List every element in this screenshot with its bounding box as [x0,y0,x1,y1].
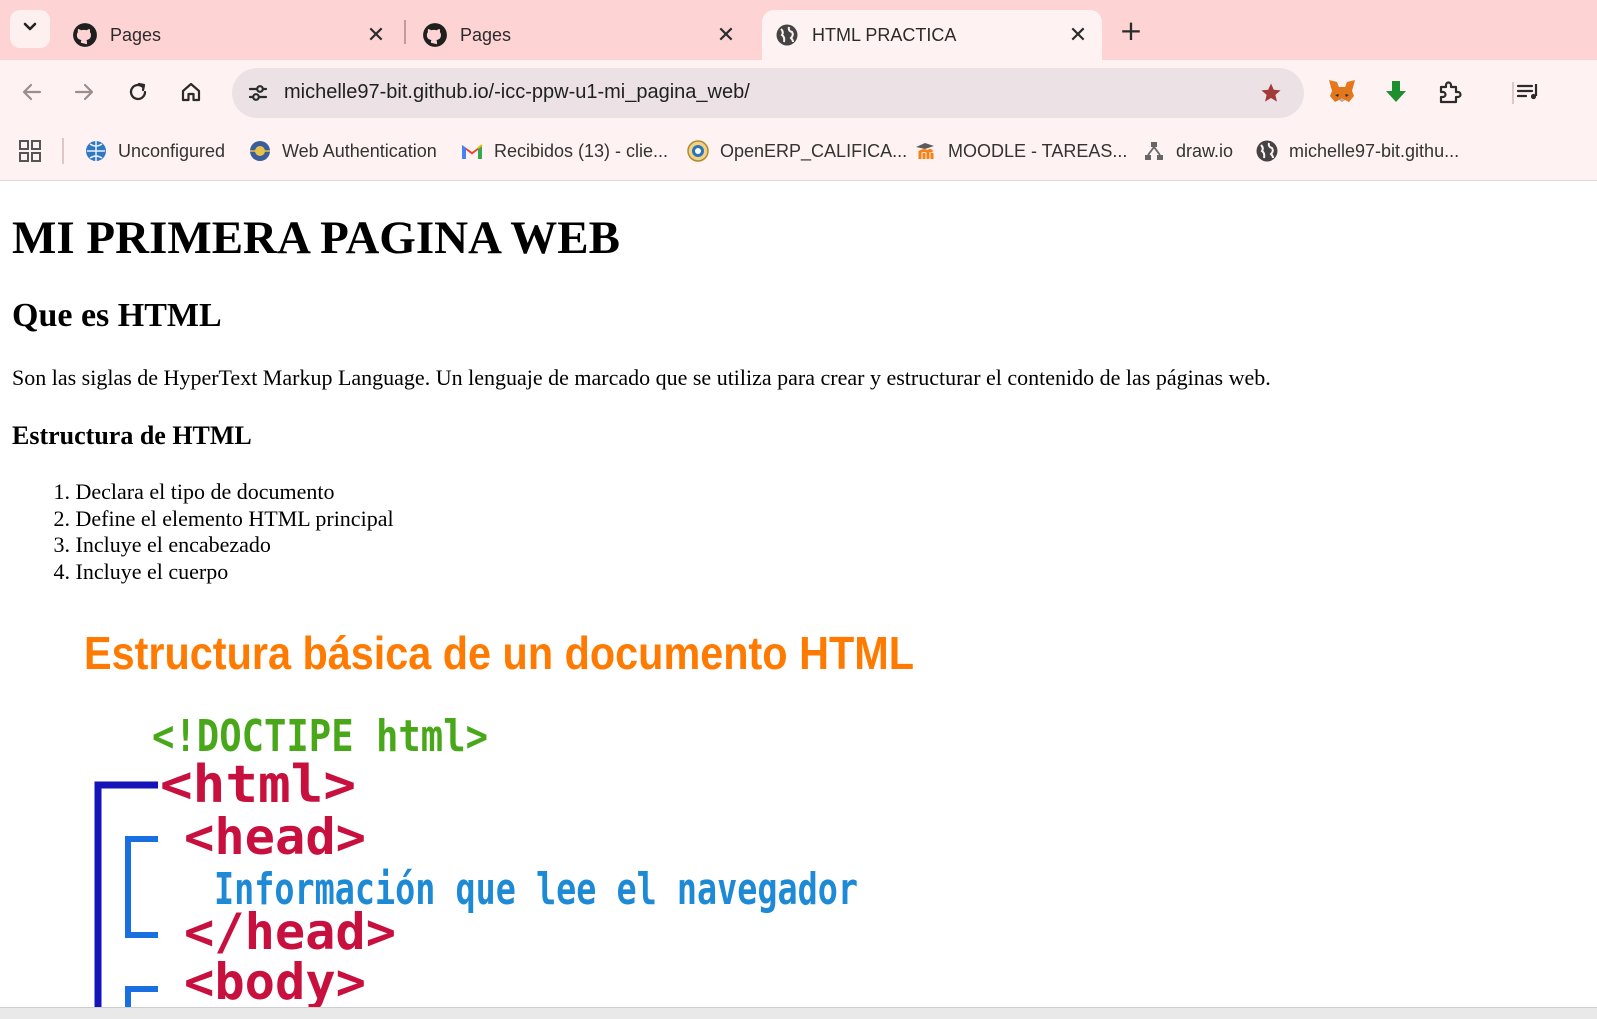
back-button[interactable] [14,74,50,110]
list-item: 2. Define el elemento HTML principal [53,505,394,531]
image-title: Estructura básica de un documento HTML [84,627,914,679]
site-settings-icon[interactable] [244,79,272,107]
list-item: 4. Incluye el cuerpo [53,558,229,584]
tab-pages-1[interactable]: Pages ✕ [60,10,400,60]
metamask-extension-icon[interactable] [1326,76,1358,108]
gmail-icon [460,139,484,163]
apps-grid-icon[interactable] [16,137,44,165]
tab-pages-2[interactable]: Pages ✕ [410,10,750,60]
reading-list-icon[interactable] [1512,76,1544,108]
bookmark-michelle97[interactable]: michelle97-bit.githu... [1255,135,1459,167]
bookmark-openerp[interactable]: OpenERP_CALIFICA... [686,135,907,167]
bookmark-unconfigured[interactable]: Unconfigured [84,135,225,167]
arrow-left-icon [22,83,42,101]
reload-icon [129,82,147,101]
home-button[interactable] [173,74,209,110]
arrow-right-icon [74,83,94,101]
url-text[interactable]: michelle97-bit.github.io/-icc-ppw-u1-mi_… [284,81,750,104]
bookmarks-divider [62,138,64,164]
bookmark-drawio[interactable]: draw.io [1142,135,1233,167]
emblem-icon [686,139,710,163]
tab-divider [404,20,406,44]
drawio-icon [1142,139,1166,163]
inner-bracket [125,836,158,938]
close-tab-icon[interactable]: ✕ [364,23,388,48]
structure-list: 1. Declara el tipo de documento 2. Defin… [40,479,394,585]
tab-title: HTML PRACTICA [812,24,957,45]
bookmark-web-authentication[interactable]: Web Authentication [248,135,437,167]
address-bar[interactable]: michelle97-bit.github.io/-icc-ppw-u1-mi_… [232,68,1304,118]
chevron-down-icon [21,18,39,40]
github-icon [72,22,98,48]
html-definition-paragraph: Son las siglas de HyperText Markup Langu… [12,365,1271,390]
tab-title: Pages [460,24,512,45]
html-structure-image: Estructura básica de un documento HTML <… [84,627,914,1007]
image-head-open: <head> [184,808,366,866]
page-content: MI PRIMERA PAGINA WEB Que es HTML Son la… [0,181,1597,1007]
section-heading: Que es HTML [12,297,222,334]
image-html-open: <html> [160,755,356,815]
forward-button[interactable] [66,74,102,110]
tab-html-practica[interactable]: HTML PRACTICA ✕ [762,10,1102,60]
download-icon[interactable] [1380,76,1412,108]
close-tab-icon[interactable]: ✕ [1066,23,1090,48]
globe-icon [84,139,108,163]
tab-strip: Pages ✕ Pages ✕ HTML PRACTICA ✕ + [0,0,1597,60]
inner-bracket-2 [125,986,158,1007]
toolbar: michelle97-bit.github.io/-icc-ppw-u1-mi_… [0,60,1597,124]
tab-title: Pages [110,24,162,45]
extensions-puzzle-icon[interactable] [1434,76,1466,108]
bookmarks-bar: Unconfigured Web Authentication Recibido… [0,124,1597,181]
globe-icon [1255,139,1279,163]
list-item: 1. Declara el tipo de documento [53,479,335,504]
moodle-icon [914,139,938,163]
window-bottom-edge [0,1007,1597,1019]
seal-icon [248,139,272,163]
bookmark-recibidos[interactable]: Recibidos (13) - clie... [460,135,668,167]
image-body-open: <body> [184,953,366,1007]
bookmark-star-icon[interactable] [1258,80,1284,106]
subsection-heading: Estructura de HTML [12,421,252,450]
bookmark-moodle[interactable]: MOODLE - TAREAS... [914,135,1127,167]
tab-search-button[interactable] [10,10,50,48]
github-icon [422,22,448,48]
reload-button[interactable] [120,74,156,110]
globe-icon [774,22,800,48]
close-tab-icon[interactable]: ✕ [714,23,738,48]
new-tab-button[interactable]: + [1115,14,1147,47]
home-icon [181,82,201,102]
page-heading: MI PRIMERA PAGINA WEB [12,212,620,264]
list-item: 3. Incluye el encabezado [53,532,271,557]
